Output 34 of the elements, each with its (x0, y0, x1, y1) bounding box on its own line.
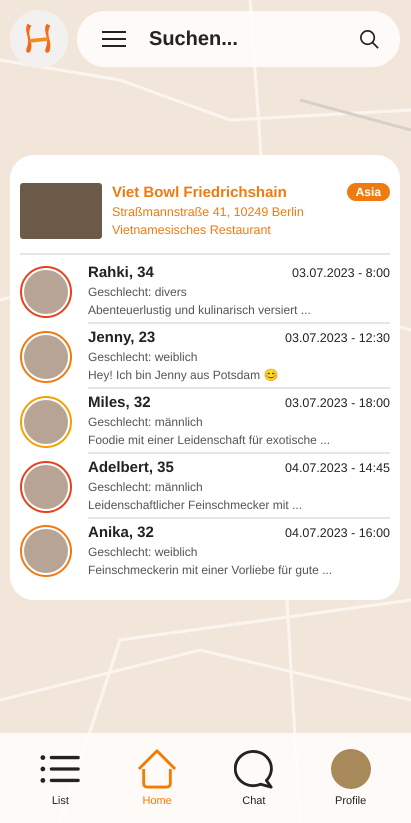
search-field[interactable]: Suchen... (147, 26, 339, 52)
person-bio: Foodie mit einer Leidenschaft für exotische ... (88, 433, 332, 447)
person-list-item[interactable]: Adelbert, 35 04.07.2023 - 14:45 Geschlecht: männlich Leidenschaftlicher Feinschmecker mit ... (20, 454, 390, 519)
restaurant-address: Straßmannstraße 41, 10249 Berlin (112, 205, 305, 219)
person-list-item[interactable]: Jenny, 23 03.07.2023 - 12:30 Geschlecht: weiblich Hey! Ich bin Jenny aus Potsdam 😊 (20, 324, 390, 389)
person-gender: Geschlecht: männlich (88, 480, 204, 494)
nav-tab[interactable]: Chat (218, 749, 289, 807)
nav-tab[interactable]: Profile (316, 749, 386, 807)
person-bio: Abenteuerlustig und kulinarisch versiert ... (88, 303, 312, 317)
person-list-item[interactable]: Miles, 32 03.07.2023 - 18:00 Geschlecht: männlich Foodie mit einer Leidenschaft für exotische ... (20, 389, 390, 454)
restaurant-name: Viet Bowl Friedrichshain (112, 184, 287, 200)
meeting-date: 03.07.2023 - 12:30 (285, 331, 390, 345)
nav-tab[interactable]: List (25, 749, 96, 807)
restaurant-type: Vietnamesisches Restaurant (112, 223, 272, 237)
person-name: Miles, 32 (88, 394, 151, 411)
person-name: Rahki, 34 (88, 264, 154, 281)
meeting-date: 04.07.2023 - 14:45 (285, 461, 390, 475)
meeting-date: 04.07.2023 - 16:00 (285, 526, 390, 540)
person-list-item[interactable]: Anika, 32 04.07.2023 - 16:00 Geschlecht: weiblich Feinschmeckerin mit einer Vorliebe für gute ... (20, 519, 390, 582)
person-gender: Geschlecht: weiblich (88, 350, 198, 364)
person-gender: Geschlecht: divers (88, 285, 188, 299)
person-list-item[interactable]: Rahki, 34 03.07.2023 - 8:00 Geschlecht: divers Abenteuerlustig und kulinarisch versiert ... (20, 259, 390, 324)
person-gender: Geschlecht: weiblich (88, 545, 198, 559)
person-name: Jenny, 23 (88, 329, 156, 346)
meeting-date: 03.07.2023 - 8:00 (292, 266, 390, 280)
person-bio: Feinschmeckerin mit einer Vorliebe für gute ... (88, 563, 334, 577)
search-bar[interactable]: Suchen... (77, 11, 400, 67)
person-gender: Geschlecht: männlich (88, 415, 204, 429)
meeting-date: 03.07.2023 - 18:00 (285, 396, 390, 410)
person-name: Anika, 32 (88, 524, 154, 541)
person-bio: Leidenschaftlicher Feinschmecker mit ... (88, 498, 304, 512)
person-name: Adelbert, 35 (88, 459, 174, 476)
person-bio: Hey! Ich bin Jenny aus Potsdam 😊 (88, 368, 280, 382)
category-tag: Asia (346, 183, 390, 201)
